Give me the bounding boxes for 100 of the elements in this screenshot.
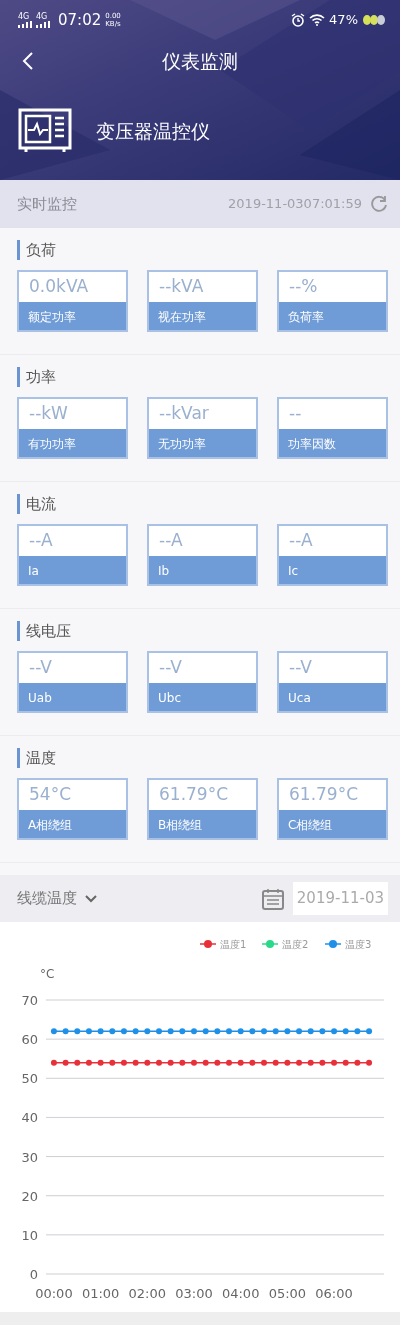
data-point xyxy=(319,1059,326,1066)
metric-label: A相绕组 xyxy=(19,810,126,838)
metric-label: 视在功率 xyxy=(149,302,256,330)
group-title: 功率 xyxy=(17,367,388,387)
axis-label: 60 xyxy=(21,1032,38,1048)
data-point xyxy=(366,1028,373,1035)
legend-label: 温度1 xyxy=(220,939,247,950)
date-field[interactable]: 2019-11-03 xyxy=(292,882,388,915)
data-point xyxy=(296,1059,303,1066)
legend-label: 温度3 xyxy=(345,939,372,950)
axis-label: 02:00 xyxy=(128,1286,167,1301)
data-point xyxy=(50,1059,57,1066)
metric-value: -- xyxy=(288,402,303,425)
battery-icon xyxy=(362,14,386,26)
data-point xyxy=(284,1059,291,1066)
data-point xyxy=(156,1028,162,1035)
metric-label: 负荷率 xyxy=(279,302,386,330)
metric-value: --A xyxy=(288,529,314,552)
axis-label: 00:00 xyxy=(35,1286,73,1301)
axis-label: 01:00 xyxy=(81,1286,120,1301)
data-point xyxy=(261,1028,267,1035)
monitor-icon xyxy=(18,108,72,154)
group-title: 线电压 xyxy=(17,621,388,641)
axis-label: 50 xyxy=(21,1071,38,1087)
data-point xyxy=(272,1059,279,1066)
data-point xyxy=(144,1028,151,1035)
data-point xyxy=(50,1028,57,1035)
data-point xyxy=(354,1028,361,1035)
section-title: 实时监控 xyxy=(17,193,77,215)
metric-value: --V xyxy=(28,656,53,679)
data-point xyxy=(354,1059,361,1066)
metric-value: --V xyxy=(158,656,183,679)
data-point xyxy=(179,1028,186,1035)
axis-label: 30 xyxy=(21,1149,38,1165)
axis-label: 20 xyxy=(21,1188,38,1204)
page-title: 仪表监测 xyxy=(162,48,238,74)
data-point xyxy=(109,1028,116,1035)
data-point xyxy=(144,1059,151,1066)
metric-value: --% xyxy=(288,275,319,298)
data-point xyxy=(214,1028,221,1035)
data-point xyxy=(307,1059,314,1066)
clock-time: 07:02 xyxy=(58,9,102,31)
axis-label: 0 xyxy=(29,1267,38,1282)
data-point xyxy=(132,1059,139,1066)
data-point xyxy=(261,1059,267,1066)
metric-label: Ubc xyxy=(149,683,256,711)
data-point xyxy=(109,1059,116,1066)
metric-value: --A xyxy=(158,529,184,552)
data-point xyxy=(120,1059,127,1066)
data-point xyxy=(167,1028,174,1035)
metric-value: --kW xyxy=(28,402,69,425)
data-point xyxy=(342,1028,349,1035)
wifi-icon xyxy=(309,14,326,26)
data-point xyxy=(179,1059,186,1066)
cable-temperature-dropdown[interactable]: 线缆温度 xyxy=(17,887,77,910)
data-point xyxy=(237,1028,244,1035)
calendar-icon[interactable] xyxy=(260,886,285,911)
data-point xyxy=(214,1059,221,1066)
device-name: 变压器温控仪 xyxy=(96,118,210,144)
metric-label: B相绕组 xyxy=(149,810,256,838)
metric-label: C相绕组 xyxy=(279,810,386,838)
metric-value: --V xyxy=(288,656,313,679)
metric-label: 额定功率 xyxy=(19,302,126,330)
metric-value: 61.79°C xyxy=(288,783,360,806)
metric-label: Ib xyxy=(149,556,256,584)
metric-value: 54°C xyxy=(28,783,72,806)
back-icon[interactable] xyxy=(22,51,34,71)
data-point xyxy=(272,1028,279,1035)
data-point xyxy=(132,1028,139,1035)
data-point xyxy=(202,1028,209,1035)
group-title: 温度 xyxy=(17,748,388,768)
timestamp: 2019-11-0307:01:59 xyxy=(228,195,362,214)
alarm-icon xyxy=(291,13,306,27)
legend-marker-icon xyxy=(199,940,217,948)
data-point xyxy=(156,1059,162,1066)
axis-title: °C xyxy=(40,967,55,981)
data-point xyxy=(120,1028,127,1035)
data-point xyxy=(331,1028,338,1035)
data-point xyxy=(97,1028,104,1035)
metric-label: Ia xyxy=(19,556,126,584)
chevron-down-icon[interactable] xyxy=(85,894,97,903)
data-point xyxy=(237,1059,244,1066)
data-point xyxy=(74,1059,81,1066)
axis-label: 70 xyxy=(21,993,38,1008)
data-point xyxy=(74,1028,81,1035)
metric-label: 有功功率 xyxy=(19,429,126,457)
metric-label: 无功功率 xyxy=(149,429,256,457)
legend-label: 温度2 xyxy=(282,939,309,950)
legend-marker-icon xyxy=(261,940,279,948)
metric-value: 0.0kVA xyxy=(28,275,90,298)
data-point xyxy=(85,1028,92,1035)
battery-level: 47% xyxy=(329,11,358,30)
data-point xyxy=(296,1028,303,1035)
data-point xyxy=(97,1059,104,1066)
metric-value: 61.79°C xyxy=(158,783,230,806)
data-point xyxy=(307,1028,314,1035)
data-point xyxy=(62,1028,69,1035)
data-point xyxy=(319,1028,326,1035)
data-point xyxy=(342,1059,349,1066)
axis-label: 40 xyxy=(21,1110,38,1126)
